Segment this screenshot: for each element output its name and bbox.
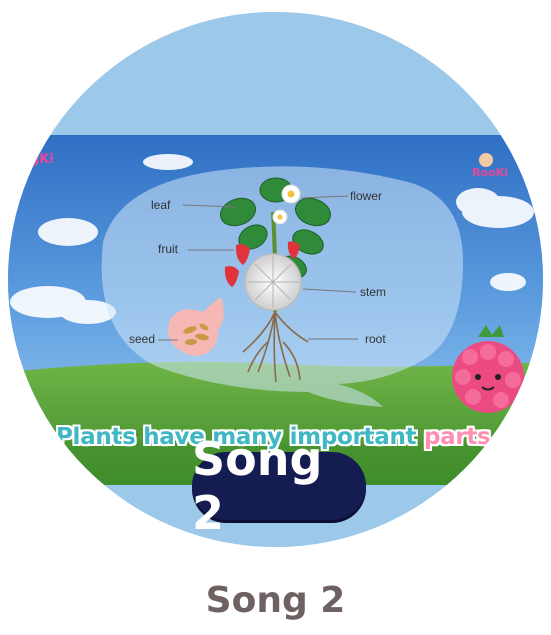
label-leaf: leaf (151, 198, 171, 212)
subtitle-highlight: parts (423, 424, 491, 450)
channel-logo-right: RooKi (472, 166, 508, 179)
mascot-icon (479, 153, 493, 167)
label-fruit: fruit (158, 242, 179, 256)
label-root: root (365, 332, 386, 346)
song-title-badge: Song 2 (192, 432, 366, 540)
song-thumbnail-card[interactable]: gKi RooKi leaf flower fruit stem seed ro… (8, 12, 543, 547)
label-stem: stem (360, 285, 387, 299)
channel-logo-left: gKi (30, 152, 54, 167)
label-flower: flower (350, 189, 383, 203)
label-seed: seed (129, 332, 156, 346)
song-caption[interactable]: Song 2 (0, 580, 551, 621)
